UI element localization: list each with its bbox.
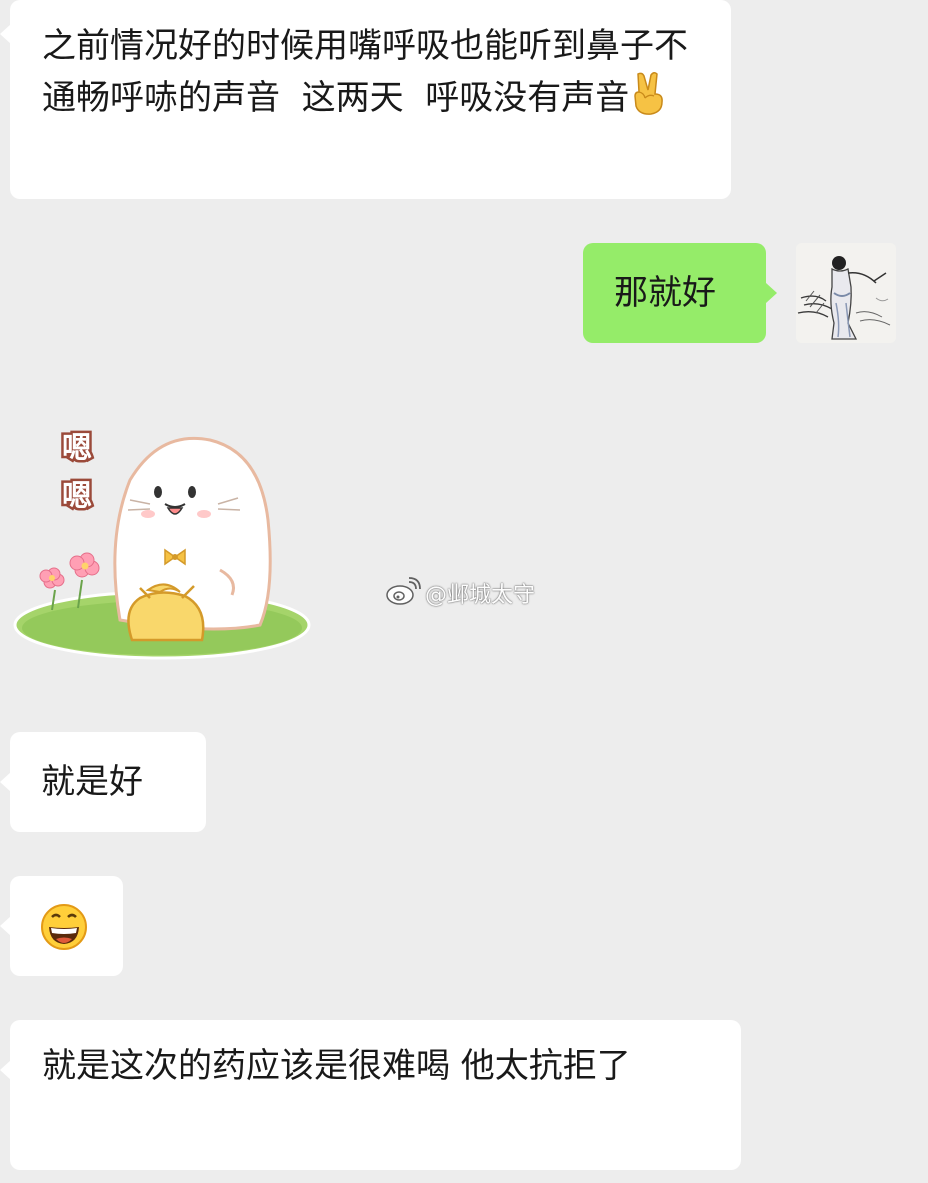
message-text: 之前情况好的时候用嘴呼吸也能听到鼻子不通畅呼哧的声音 这两天 呼吸没有声音 bbox=[42, 26, 688, 118]
bubble-tail bbox=[0, 916, 11, 936]
message-text: 就是这次的药应该是很难喝 他太抗拒了 bbox=[42, 1046, 631, 1086]
message-bubble-outgoing[interactable]: 那就好 bbox=[583, 243, 766, 343]
sticker-text: 嗯 bbox=[62, 431, 92, 466]
bubble-tail bbox=[0, 1060, 11, 1080]
svg-text:嗯: 嗯 bbox=[62, 479, 92, 514]
message-bubble-incoming[interactable] bbox=[10, 876, 123, 976]
message-bubble-incoming[interactable]: 就是好 bbox=[10, 732, 206, 832]
grinning-face-icon bbox=[40, 903, 88, 964]
watermark-text: @邺城太守 bbox=[425, 583, 536, 608]
bubble-tail bbox=[0, 772, 11, 792]
message-bubble-incoming[interactable]: 之前情况好的时候用嘴呼吸也能听到鼻子不通畅呼哧的声音 这两天 呼吸没有声音 bbox=[10, 0, 731, 199]
message-bubble-incoming[interactable]: 就是这次的药应该是很难喝 他太抗拒了 bbox=[10, 1020, 741, 1170]
bubble-tail bbox=[766, 283, 777, 303]
bubble-tail bbox=[0, 24, 11, 44]
avatar[interactable] bbox=[796, 243, 896, 343]
victory-hand-icon bbox=[629, 70, 667, 129]
seal-sticker[interactable]: 嗯 嗯 bbox=[10, 420, 315, 670]
weibo-logo-icon bbox=[385, 576, 421, 610]
watermark: @邺城太守 bbox=[385, 575, 535, 611]
message-text: 那就好 bbox=[614, 273, 716, 313]
message-text: 就是好 bbox=[41, 762, 143, 802]
